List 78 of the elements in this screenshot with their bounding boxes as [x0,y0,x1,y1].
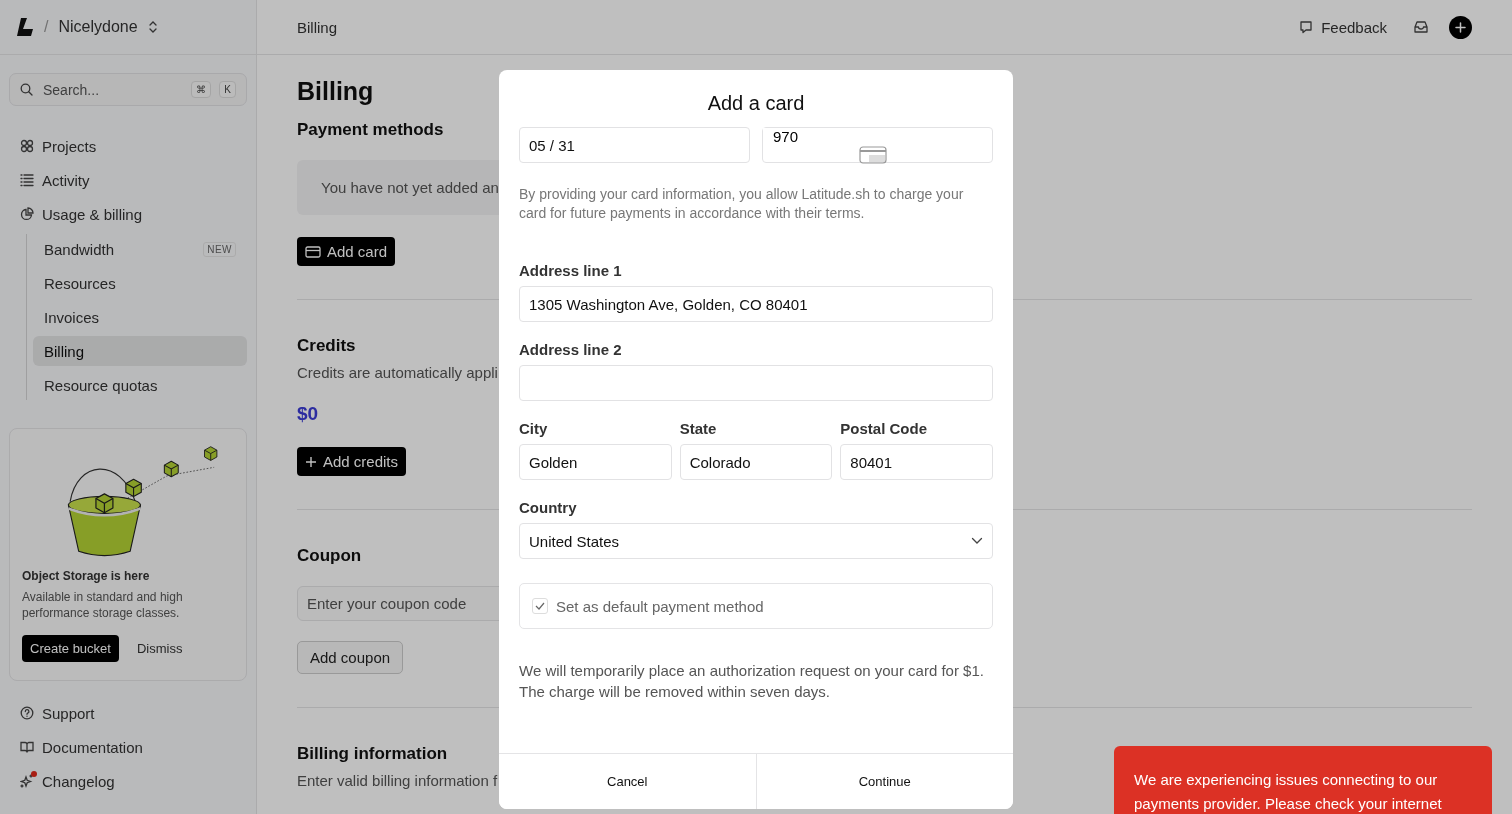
section-heading: Payment methods [297,120,444,140]
field-label: Country [519,499,578,516]
nav-item[interactable]: Projects [9,136,247,156]
nav-item[interactable]: Usage & billing [9,204,247,224]
nav-label: Billing [44,342,85,360]
create-bucket-button[interactable]: Create bucket [22,635,119,662]
city-field[interactable]: Golden [519,444,672,480]
page-title: Billing [297,77,374,106]
nav-item[interactable]: Activity [9,170,247,190]
field-label: Address line 1 [519,262,623,279]
search-icon [20,83,33,96]
nav-label: Bandwidth [44,240,115,258]
postal-code-field[interactable]: 80401 [840,444,993,480]
expiration-field[interactable]: 05 / 31 [519,127,750,163]
section-heading: Credits [297,336,356,356]
new-badge: NEW [203,241,236,257]
chart-icon [20,207,34,221]
section-heading: Billing information [297,744,448,764]
inbox-icon[interactable] [1413,20,1429,34]
nav-label: Resource quotas [44,376,158,394]
nav-item[interactable]: Support [20,703,236,723]
section-description: Enter valid billing information f [297,772,498,789]
nav-item[interactable]: Invoices [33,302,247,332]
address-field[interactable]: 1305 Washington Ave, Golden, CO 80401 [519,286,993,322]
promo-text: Available in standard and high performance storage classes. [22,589,184,621]
field-label: Address line 2 [519,341,623,358]
nav-item[interactable]: Billing [33,336,247,366]
nav-item[interactable]: Resources [33,268,247,298]
checkbox-label: Set as default payment method [556,597,764,615]
feedback-button[interactable]: Feedback [1293,17,1393,37]
nav-item[interactable]: Resource quotas [33,370,247,400]
list-icon [20,173,34,187]
dismiss-button[interactable]: Dismiss [136,641,183,656]
shortcut-key: K [219,81,236,98]
help-icon [20,706,34,720]
chevron-updown-icon[interactable] [147,20,158,34]
nav-item[interactable]: Changelog [20,771,236,791]
error-toast: We are experiencing issues connecting to our payments provider. Please check your internet [1114,746,1492,814]
breadcrumb: Billing [297,18,339,36]
checkbox[interactable] [532,598,548,614]
add-coupon-button[interactable]: Add coupon [297,641,404,674]
continue-button[interactable]: Continue [755,754,1013,809]
address-field[interactable] [519,365,993,401]
grid-icon [20,139,34,153]
sparkle-icon [20,774,34,788]
state-field[interactable]: Colorado [679,444,833,480]
field-label: City [519,420,549,437]
chat-icon [1299,20,1314,34]
nav-item[interactable]: Documentation [20,737,236,757]
shortcut-key: ⌘ [191,81,212,98]
nav-label: Resources [44,274,116,292]
card-cvc-icon [858,145,887,165]
search-field[interactable]: Search... ⌘ K [9,73,247,106]
credit-amount: $0 [297,403,319,425]
logo-icon[interactable] [16,17,34,37]
chevron-down-icon [971,537,983,545]
nav-item[interactable]: Bandwidth NEW [33,234,247,264]
field-label: State [679,420,718,437]
security-code-field[interactable]: 970 [762,127,993,163]
country-select[interactable]: United States [519,523,993,559]
notice-text: We will temporarily place an authorization request on your card for $1. The charge will be removed within seven days. [519,661,985,702]
dialog-title: Add a card [706,92,806,116]
add-card-button[interactable]: Add card [297,237,396,266]
section-heading: Coupon [297,546,362,566]
card-icon [305,245,321,258]
nav-label: Invoices [44,308,100,326]
promo-title: Object Storage is here [22,569,151,583]
add-credits-button[interactable]: Add credits [297,447,407,476]
book-icon [20,740,34,754]
check-icon [535,602,545,610]
section-description: Credits are automatically appli [297,364,498,381]
separator-slash: / [44,18,49,36]
plus-icon [1455,21,1466,33]
workspace-name[interactable]: Nicelydone [58,18,138,36]
search-input[interactable]: Search... [41,80,184,99]
add-button[interactable] [1449,15,1472,39]
field-label: Postal Code [840,420,929,437]
plus-icon [305,455,317,468]
